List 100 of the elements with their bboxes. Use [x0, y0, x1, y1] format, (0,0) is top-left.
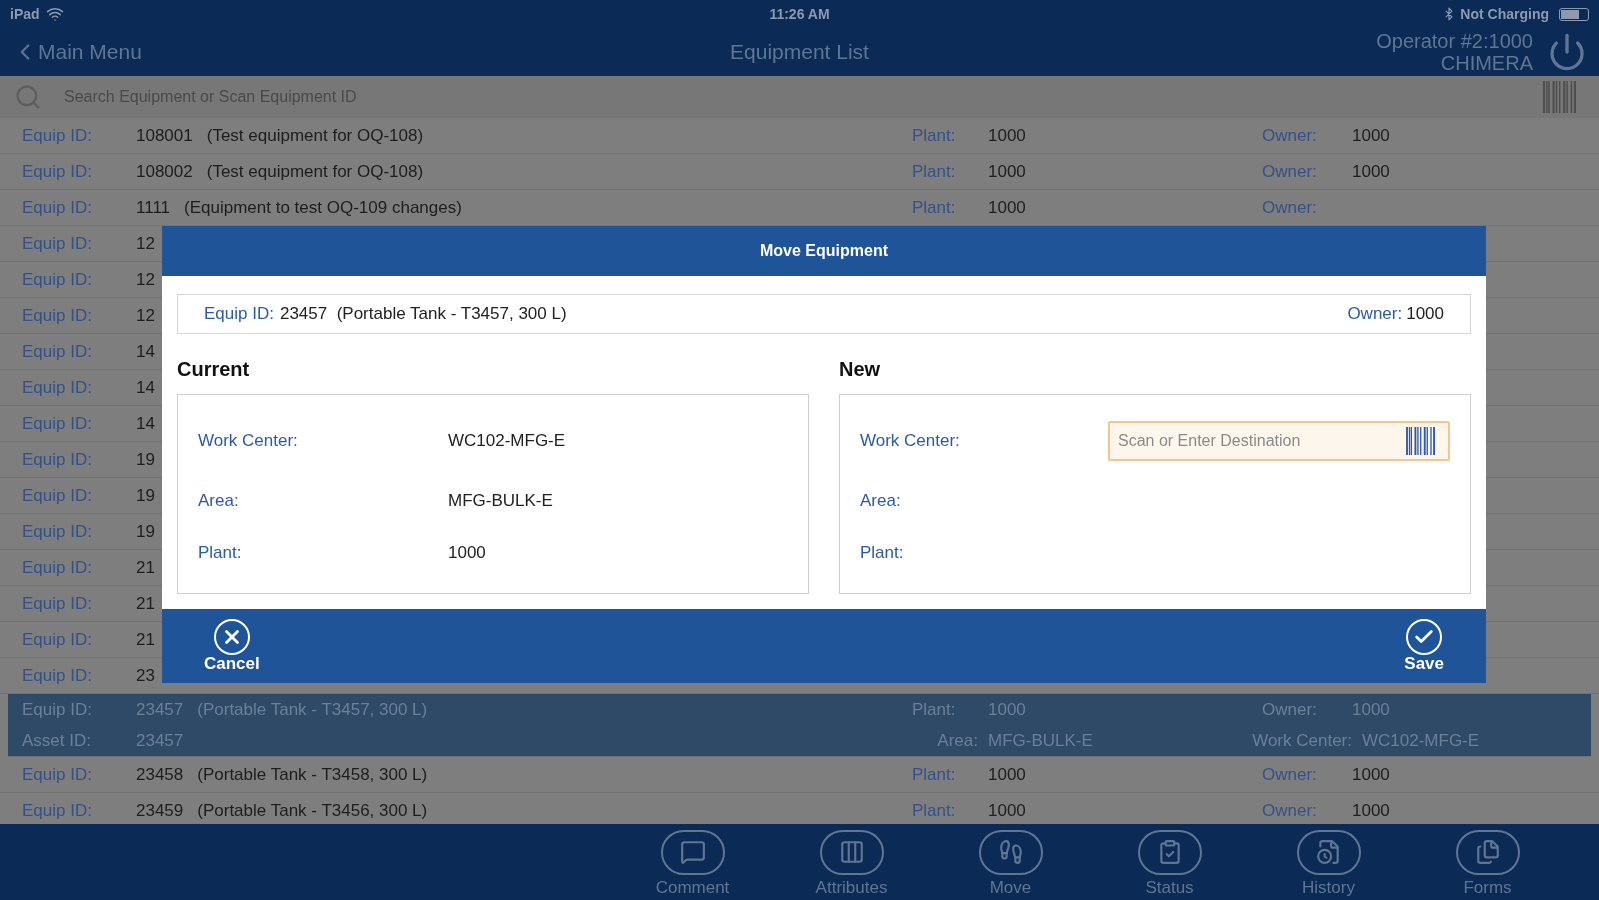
field-label: Equip ID:: [22, 763, 93, 786]
list-row[interactable]: Equip ID: 108001 (Test equipment for OQ-108) Plant: 1000 Owner: 1000: [0, 118, 1599, 154]
work-center-value: WC102-MFG-E: [1362, 730, 1480, 752]
equipment-id: 19: [136, 448, 155, 471]
field-label: Equip ID:: [22, 268, 93, 291]
field-label: Owner:: [1262, 196, 1318, 219]
equipment-id: 14: [136, 412, 155, 435]
equipment-description: (Portable Tank - T3457, 300 L): [197, 698, 428, 721]
field-label: Owner:: [1262, 160, 1318, 183]
battery-status: Not Charging: [1460, 4, 1549, 24]
clipboard-icon: [1137, 830, 1202, 875]
close-icon: [213, 619, 250, 655]
equipment-id: 12: [136, 232, 155, 255]
equipment-description: (Portable Tank - T3456, 300 L): [197, 799, 428, 822]
equipment-id: 23457: [136, 698, 184, 721]
equipment-description: (Test equipment for OQ-108): [206, 160, 424, 183]
plant-value: 1000: [988, 160, 1026, 183]
equipment-id: 12: [136, 268, 155, 291]
field-label: Owner:: [1262, 763, 1318, 786]
owner-value: 1000: [1352, 698, 1390, 721]
toolbar-button[interactable]: History: [1249, 824, 1408, 900]
field-label: Equip ID:: [22, 196, 93, 219]
field-label: Equip ID:: [22, 799, 93, 822]
document-clock-icon: [1296, 830, 1361, 875]
battery-icon: [1559, 7, 1589, 21]
toolbar-button[interactable]: Status: [1090, 824, 1249, 900]
check-icon: [1406, 619, 1443, 655]
field-label: Owner:: [1262, 698, 1318, 721]
field-label: Equip ID:: [22, 520, 93, 543]
list-row[interactable]: Equip ID: 23457 (Portable Tank - T3457, 300 L) Plant: 1000 Owner: 1000 Asset ID: 23457 Area: MFG-BULK-E Work Center: WC102-MFG-E: [8, 694, 1591, 757]
toolbar-button[interactable]: Attributes: [772, 824, 931, 900]
equipment-id: 21: [136, 592, 155, 615]
toolbar-button[interactable]: Move: [931, 824, 1090, 900]
equipment-id: 1111: [136, 196, 171, 219]
device-name: iPad: [10, 4, 40, 24]
section-heading: Current: [177, 357, 251, 382]
destination-field[interactable]: Scan or Enter Destination: [1118, 429, 1398, 453]
area-value: MFG-BULK-E: [988, 730, 1093, 752]
documents-icon: [1455, 830, 1520, 875]
field-label: Plant:: [860, 542, 905, 565]
field-label: Work Center:: [860, 430, 961, 453]
toolbar-button[interactable]: Forms: [1408, 824, 1567, 900]
field-label: Equip ID:: [22, 448, 93, 471]
page-title: Equipment List: [730, 39, 869, 66]
field-label: Equip ID:: [22, 160, 93, 183]
clock: 11:26 AM: [769, 4, 830, 24]
dialog-title: Move Equipment: [760, 241, 888, 261]
list-row[interactable]: Equip ID: 108002 (Test equipment for OQ-108) Plant: 1000 Owner: 1000: [0, 154, 1599, 190]
owner-value: 1000: [1406, 303, 1444, 326]
owner-value: 1000: [1352, 763, 1390, 786]
field-label: Equip ID:: [22, 124, 93, 147]
field-label: Equip ID:: [22, 484, 93, 507]
equipment-id: 21: [136, 556, 155, 579]
field-label: Equip ID:: [22, 664, 93, 687]
field-label: Work Center:: [1251, 730, 1352, 752]
field-value: WC102-MFG-E: [448, 430, 566, 453]
save-button[interactable]: Save: [1404, 619, 1444, 673]
field-label: Owner:: [1262, 124, 1318, 147]
field-value: 1000: [448, 542, 486, 565]
equipment-id: 23459: [136, 799, 184, 822]
field-label: Area:: [860, 490, 902, 513]
field-label: Area:: [198, 490, 240, 513]
field-label: Plant:: [912, 124, 957, 147]
field-label: Equip ID:: [22, 376, 93, 399]
field-label: Plant:: [912, 196, 957, 219]
equipment-value: 23457 (Portable Tank - T3457, 300 L): [279, 303, 567, 326]
owner-value: 1000: [1352, 124, 1390, 147]
toolbar-button[interactable]: Comment: [613, 824, 772, 900]
equipment-id: 23458: [136, 763, 184, 786]
list-row[interactable]: Equip ID: 23458 (Portable Tank - T3458, 300 L) Plant: 1000 Owner: 1000: [0, 757, 1599, 793]
field-label: Owner:: [1262, 799, 1318, 822]
equipment-description: (Test equipment for OQ-108): [206, 124, 424, 147]
equipment-id: 14: [136, 376, 155, 399]
field-label: Equip ID:: [22, 412, 93, 435]
columns-icon: [819, 830, 884, 875]
field-label: Equip ID:: [22, 304, 93, 327]
field-label: Equip ID:: [22, 556, 93, 579]
equipment-id: 19: [136, 520, 155, 543]
back-button[interactable]: Main Menu: [12, 36, 142, 68]
asset-id: 23457: [136, 730, 184, 752]
equipment-id: 108001: [136, 124, 193, 147]
power-icon[interactable]: [1547, 32, 1587, 72]
field-value: MFG-BULK-E: [448, 490, 553, 513]
equipment-id: 108002: [136, 160, 193, 183]
field-label: Equip ID:: [22, 592, 93, 615]
field-label: Area:: [936, 730, 978, 752]
speech-bubble-icon: [660, 830, 725, 875]
field-label: Work Center:: [198, 430, 299, 453]
section-heading: New: [839, 357, 882, 382]
field-label: Owner:: [1347, 303, 1403, 326]
operator-id: Operator #2:1000: [1376, 30, 1533, 52]
cancel-button[interactable]: Cancel: [204, 619, 260, 673]
destination-field[interactable]: Scan or Enter Destination: [1108, 421, 1450, 461]
plant-value: 1000: [988, 124, 1026, 147]
operator-name: CHIMERA: [1440, 52, 1533, 74]
search-icon: [14, 83, 42, 111]
plant-value: 1000: [988, 763, 1026, 786]
equipment-id: 14: [136, 340, 155, 363]
field-label: Asset ID:: [22, 730, 92, 752]
equipment-id: 19: [136, 484, 155, 507]
